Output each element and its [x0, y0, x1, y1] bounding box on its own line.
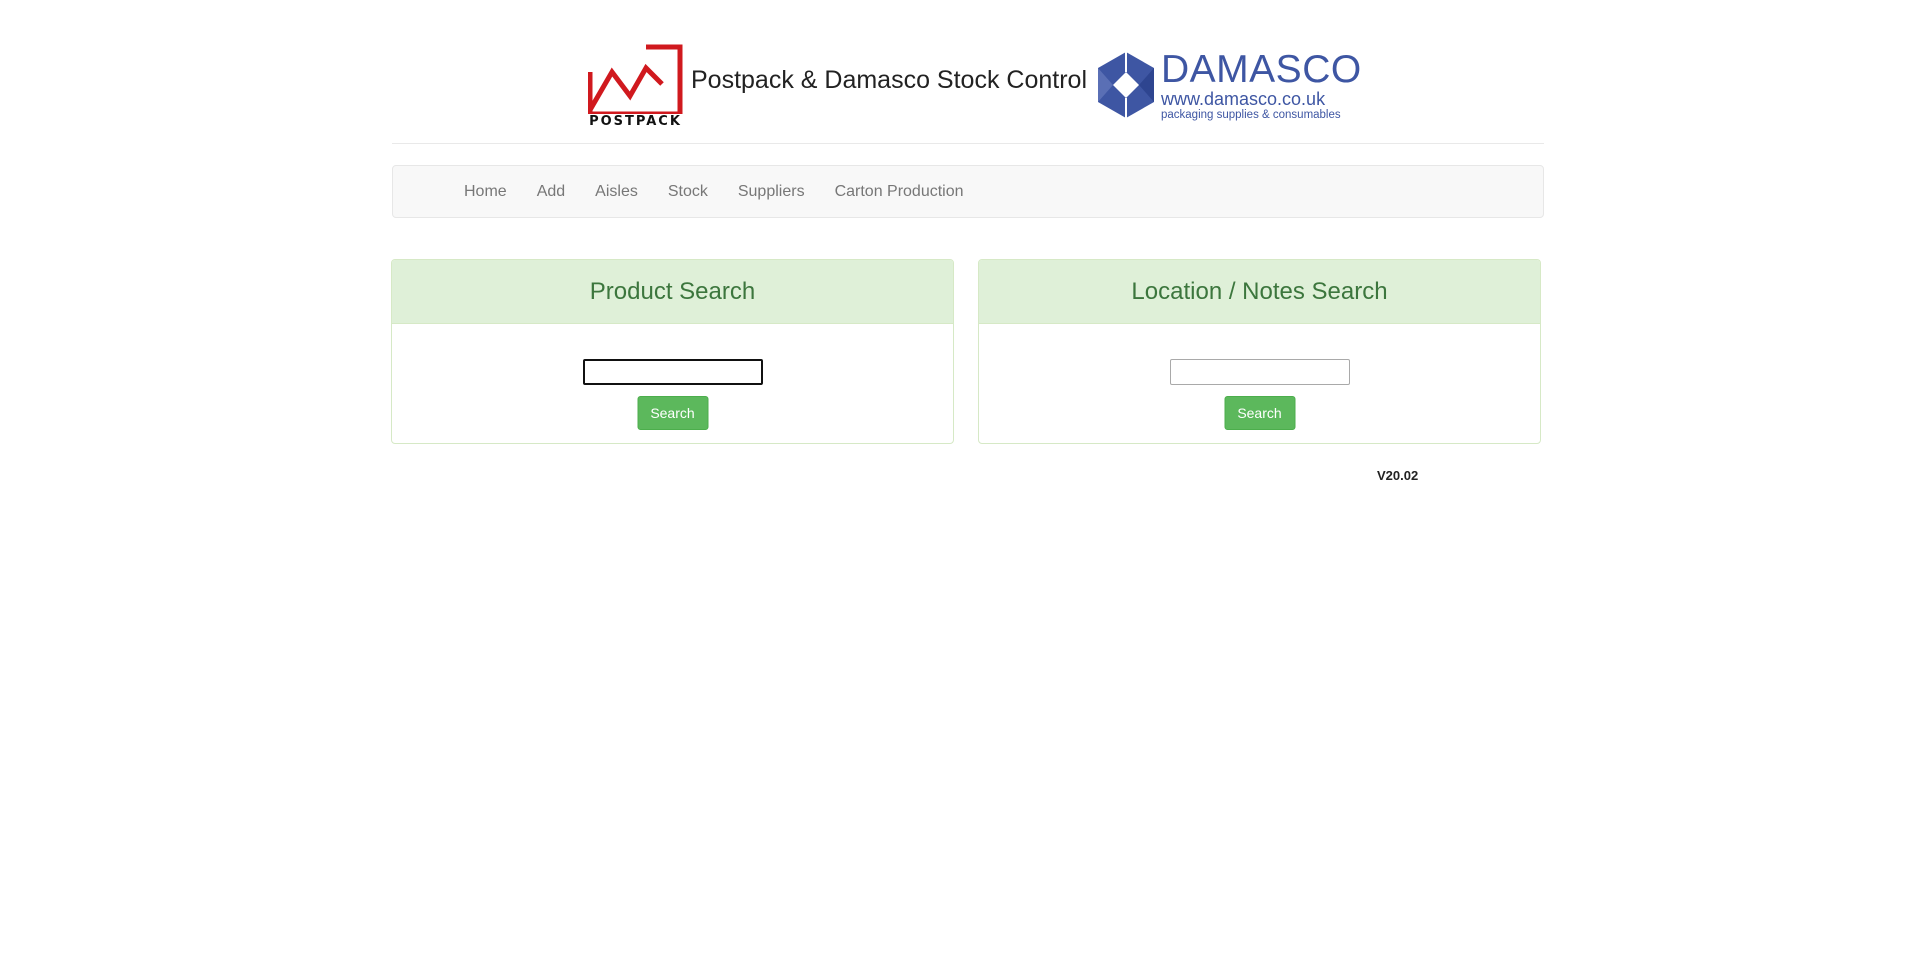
- product-search-input[interactable]: [582, 359, 763, 385]
- nav-item-carton-production[interactable]: Carton Production: [820, 183, 979, 201]
- nav-item-suppliers[interactable]: Suppliers: [723, 183, 820, 201]
- location-search-body: Search: [979, 324, 1540, 444]
- product-search-heading: Product Search: [392, 260, 953, 324]
- nav-item-stock[interactable]: Stock: [653, 183, 723, 201]
- location-search-heading: Location / Notes Search: [979, 260, 1540, 324]
- postpack-logo-text: POSTPACK: [589, 114, 682, 129]
- damasco-name: DAMASCO: [1161, 48, 1362, 91]
- app-title: Postpack & Damasco Stock Control: [691, 66, 1087, 94]
- page: POSTPACK Postpack & Damasco Stock Contro…: [0, 0, 1917, 974]
- version-label: V20.02: [1377, 468, 1419, 483]
- postpack-logo: POSTPACK: [587, 44, 683, 129]
- product-search-panel: Product Search Search: [391, 259, 954, 444]
- product-search-button[interactable]: Search: [637, 396, 708, 430]
- nav-list: Home Add Aisles Stock Suppliers Carton P…: [449, 166, 979, 217]
- damasco-url: www.damasco.co.uk: [1161, 89, 1326, 109]
- postpack-envelope-icon: [587, 44, 683, 117]
- damasco-logo-icon: [1096, 52, 1156, 118]
- product-search-body: Search: [392, 324, 953, 444]
- nav-item-add[interactable]: Add: [522, 183, 580, 201]
- damasco-logo-text: DAMASCO www.damasco.co.uk packaging supp…: [1161, 50, 1362, 122]
- location-search-button[interactable]: Search: [1224, 396, 1295, 430]
- nav-item-aisles[interactable]: Aisles: [580, 183, 653, 201]
- header: POSTPACK Postpack & Damasco Stock Contro…: [392, 0, 1544, 144]
- location-search-input[interactable]: [1169, 359, 1350, 385]
- damasco-tagline: packaging supplies & consumables: [1161, 109, 1341, 121]
- nav-item-home[interactable]: Home: [449, 183, 522, 201]
- location-search-panel: Location / Notes Search Search: [978, 259, 1541, 444]
- navbar: Home Add Aisles Stock Suppliers Carton P…: [392, 165, 1544, 218]
